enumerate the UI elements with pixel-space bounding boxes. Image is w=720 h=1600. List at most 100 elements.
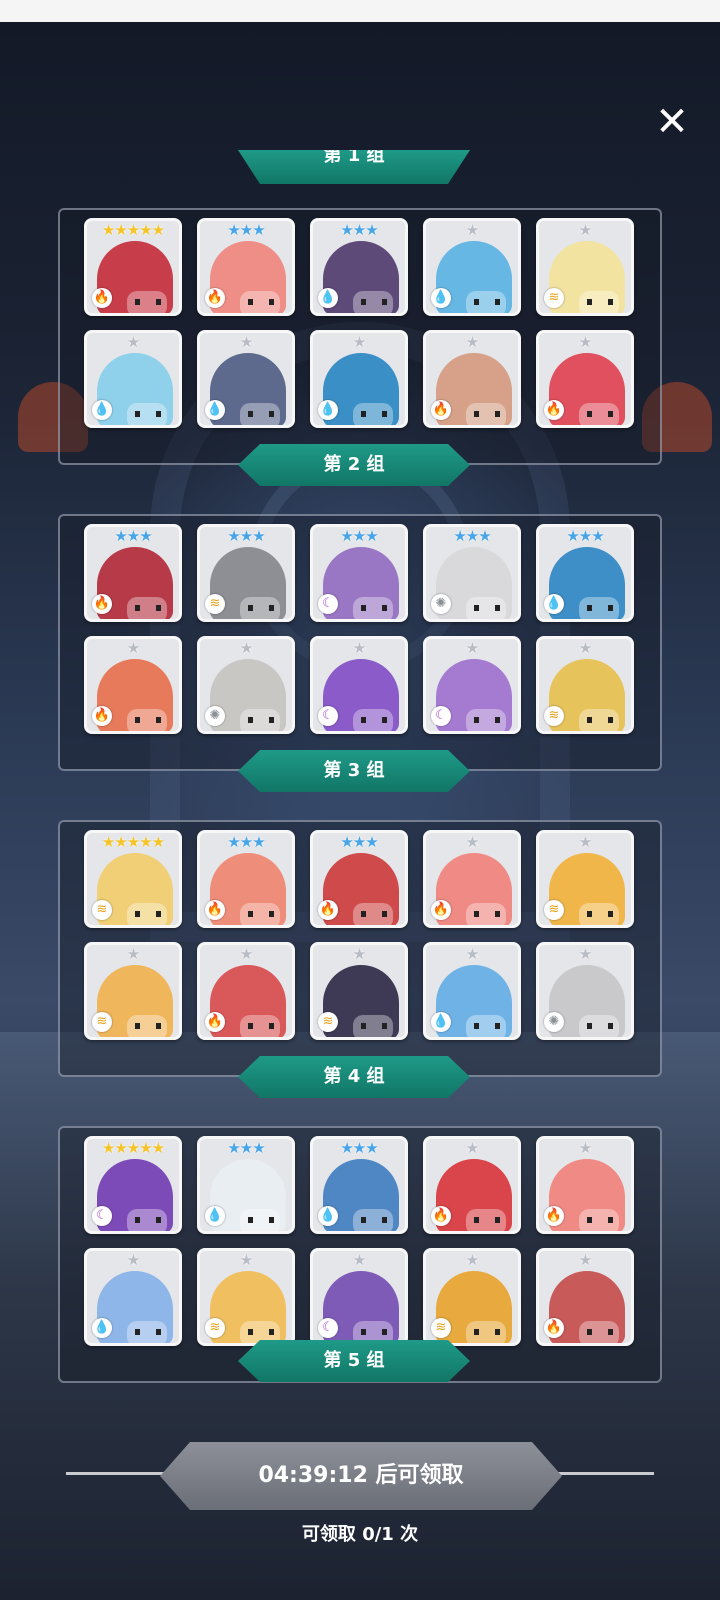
dark-element-icon: ☾ xyxy=(318,1318,338,1338)
star-rating-icon: ★ xyxy=(126,639,140,657)
light-element-icon: ✺ xyxy=(205,706,225,726)
star-rating-icon: ★ xyxy=(578,945,592,963)
hero-card[interactable]: ★ ≋ xyxy=(310,942,408,1040)
hero-eyes xyxy=(248,299,274,305)
hero-card[interactable]: ★★★ 💧 xyxy=(197,1136,295,1234)
hero-card[interactable]: ★ ≋ xyxy=(536,636,634,734)
hero-card[interactable]: ★ 🔥 xyxy=(197,942,295,1040)
star-rating-icon: ★ xyxy=(465,833,479,851)
hero-eyes xyxy=(248,1217,274,1223)
claim-timer-button[interactable]: 04:39:12 后可领取 xyxy=(160,1442,562,1510)
hero-eyes xyxy=(361,911,387,917)
close-icon[interactable]: ✕ xyxy=(652,102,692,142)
wind-element-icon: ≋ xyxy=(544,706,564,726)
dark-element-icon: ☾ xyxy=(92,1206,112,1226)
star-rating-icon: ★ xyxy=(126,945,140,963)
fire-element-icon: 🔥 xyxy=(92,288,112,308)
star-rating-icon: ★ xyxy=(578,833,592,851)
star-rating-icon: ★ xyxy=(352,1251,366,1269)
star-rating-icon: ★ xyxy=(239,1251,253,1269)
hero-card[interactable]: ★★★ 🔥 xyxy=(197,218,295,316)
wind-element-icon: ≋ xyxy=(318,1012,338,1032)
star-rating-icon: ★★★★★ xyxy=(101,833,165,851)
hero-card[interactable]: ★★★★★ ☾ xyxy=(84,1136,182,1234)
hero-eyes xyxy=(587,1023,613,1029)
hero-card[interactable]: ★ ☾ xyxy=(423,636,521,734)
hero-card[interactable]: ★ 🔥 xyxy=(423,830,521,928)
hero-card[interactable]: ★ 🔥 xyxy=(536,1248,634,1346)
hero-eyes xyxy=(587,299,613,305)
fire-element-icon: 🔥 xyxy=(205,288,225,308)
hero-card[interactable]: ★ ✺ xyxy=(197,636,295,734)
hero-card[interactable]: ★ 🔥 xyxy=(84,636,182,734)
hero-card[interactable]: ★ ≋ xyxy=(536,830,634,928)
hero-card[interactable]: ★ ☾ xyxy=(310,1248,408,1346)
hero-card[interactable]: ★ ☾ xyxy=(310,636,408,734)
hero-card[interactable]: ★ 💧 xyxy=(423,942,521,1040)
group-banner-last-label: 第 5 组 xyxy=(323,1350,385,1371)
hero-eyes xyxy=(587,717,613,723)
hero-card[interactable]: ★ 💧 xyxy=(197,330,295,428)
hero-card[interactable]: ★★★ ≋ xyxy=(197,524,295,622)
hero-card[interactable]: ★ 🔥 xyxy=(536,330,634,428)
hero-eyes xyxy=(474,911,500,917)
hero-card[interactable]: ★ ≋ xyxy=(197,1248,295,1346)
star-rating-icon: ★★★★★ xyxy=(101,1139,165,1157)
hero-card[interactable]: ★★★ 🔥 xyxy=(310,830,408,928)
hero-card[interactable]: ★ ✺ xyxy=(536,942,634,1040)
hero-card[interactable]: ★ 🔥 xyxy=(536,1136,634,1234)
hero-card[interactable]: ★ ≋ xyxy=(536,218,634,316)
hero-card[interactable]: ★ 💧 xyxy=(310,330,408,428)
fire-element-icon: 🔥 xyxy=(92,594,112,614)
hero-card[interactable]: ★★★★★ 🔥 xyxy=(84,218,182,316)
hero-card[interactable]: ★★★★★ ≋ xyxy=(84,830,182,928)
hero-eyes xyxy=(248,411,274,417)
hero-card[interactable]: ★★★ 🔥 xyxy=(84,524,182,622)
star-rating-icon: ★★★ xyxy=(227,833,265,851)
water-element-icon: 💧 xyxy=(318,400,338,420)
group-banner-label: 第 3 组 xyxy=(323,760,385,781)
water-element-icon: 💧 xyxy=(431,1012,451,1032)
group-banner-label: 第 4 组 xyxy=(323,1066,385,1087)
hero-card[interactable]: ★ 💧 xyxy=(84,1248,182,1346)
star-rating-icon: ★ xyxy=(239,945,253,963)
hero-eyes xyxy=(474,1329,500,1335)
hero-eyes xyxy=(248,605,274,611)
hero-card[interactable]: ★★★ 🔥 xyxy=(197,830,295,928)
hero-eyes xyxy=(135,911,161,917)
light-element-icon: ✺ xyxy=(544,1012,564,1032)
star-rating-icon: ★ xyxy=(465,1251,479,1269)
water-element-icon: 💧 xyxy=(318,288,338,308)
fire-element-icon: 🔥 xyxy=(544,400,564,420)
star-rating-icon: ★ xyxy=(352,639,366,657)
water-element-icon: 💧 xyxy=(92,400,112,420)
hero-card[interactable]: ★ 🔥 xyxy=(423,1136,521,1234)
fire-element-icon: 🔥 xyxy=(318,900,338,920)
star-rating-icon: ★ xyxy=(465,333,479,351)
hero-eyes xyxy=(135,411,161,417)
hero-card[interactable]: ★ 💧 xyxy=(84,330,182,428)
hero-card[interactable]: ★ ≋ xyxy=(84,942,182,1040)
star-rating-icon: ★ xyxy=(465,221,479,239)
hero-card[interactable]: ★ 🔥 xyxy=(423,330,521,428)
timer-line-right xyxy=(556,1472,654,1475)
claim-count-text: 可领取 0/1 次 xyxy=(301,1524,419,1545)
hero-card[interactable]: ★★★ 💧 xyxy=(310,1136,408,1234)
wind-element-icon: ≋ xyxy=(544,288,564,308)
star-rating-icon: ★★★ xyxy=(340,221,378,239)
hero-card[interactable]: ★★★ ✺ xyxy=(423,524,521,622)
fire-element-icon: 🔥 xyxy=(431,900,451,920)
hero-card[interactable]: ★ ≋ xyxy=(423,1248,521,1346)
hero-card[interactable]: ★ 💧 xyxy=(423,218,521,316)
hero-eyes xyxy=(474,411,500,417)
fire-element-icon: 🔥 xyxy=(431,400,451,420)
hero-card[interactable]: ★★★ 💧 xyxy=(310,218,408,316)
group-banner: 第 4 组 xyxy=(238,1056,470,1098)
hero-card[interactable]: ★★★ 💧 xyxy=(536,524,634,622)
hero-eyes xyxy=(474,1023,500,1029)
water-element-icon: 💧 xyxy=(318,1206,338,1226)
hero-card[interactable]: ★★★ ☾ xyxy=(310,524,408,622)
hero-eyes xyxy=(361,411,387,417)
star-rating-icon: ★★★★★ xyxy=(101,221,165,239)
star-rating-icon: ★★★ xyxy=(227,1139,265,1157)
